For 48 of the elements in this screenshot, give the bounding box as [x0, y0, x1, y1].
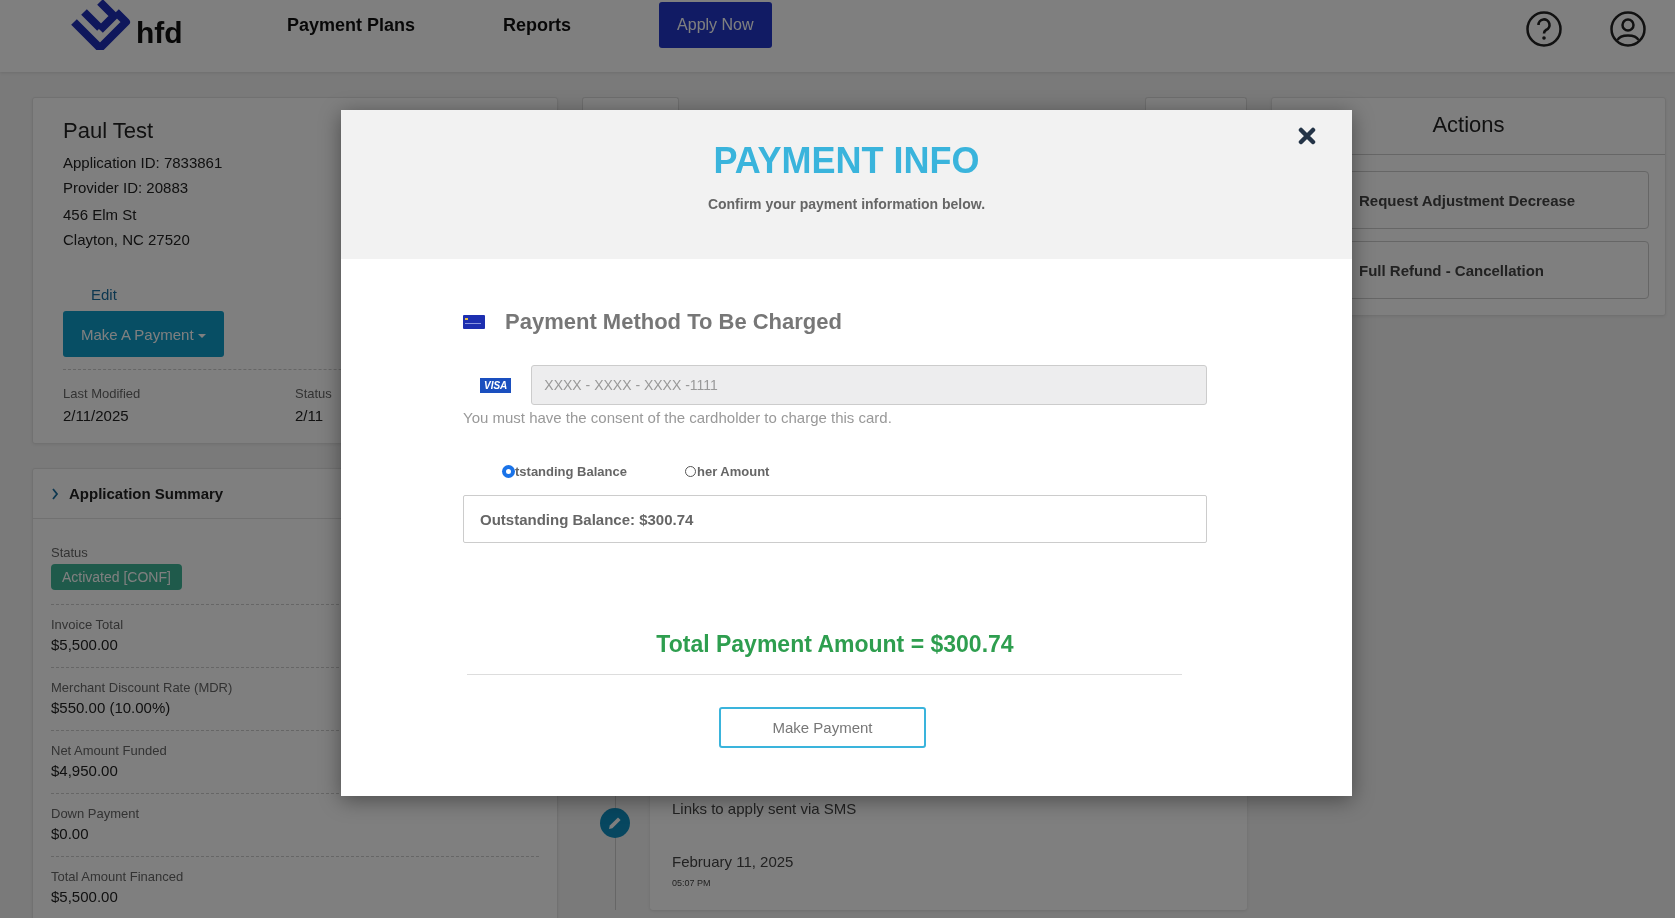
total-amount: Total Payment Amount = $300.74: [655, 631, 1015, 658]
field-value: $5,500.00: [51, 636, 119, 653]
field-label: Last Modified: [63, 386, 142, 401]
dialog-title: PAYMENT INFO: [712, 140, 981, 182]
section-title[interactable]: Application Summary: [69, 485, 224, 502]
address-text: 456 Elm St: [63, 205, 138, 225]
id-text: Application ID: 7833861: [63, 153, 224, 173]
card-brand-badge: VISA: [480, 377, 512, 393]
credit-card-icon: [463, 315, 485, 329]
field-label: Net Amount Funded: [51, 743, 168, 758]
field-label: Status: [51, 545, 89, 560]
dialog-subtitle: Confirm your payment information below.: [706, 196, 987, 212]
amount-option[interactable]: tstanding Balance: [503, 464, 627, 479]
section-heading: Payment Method To Be Charged: [505, 309, 842, 335]
radio-button[interactable]: [503, 466, 514, 477]
field-value: $4,950.00: [51, 762, 119, 779]
status-badge: Activated [CONF]: [51, 564, 182, 590]
pencil-icon: [600, 808, 630, 838]
edit-link[interactable]: Edit: [91, 286, 117, 303]
customer-name: Paul Test: [63, 118, 155, 144]
nav-link[interactable]: Reports: [503, 14, 572, 36]
user-icon[interactable]: [1609, 10, 1647, 48]
id-text: Provider ID: 20883: [63, 178, 190, 198]
consent-note: You must have the consent of the cardholder to charge this card.: [463, 409, 893, 426]
close-icon[interactable]: [1298, 127, 1316, 145]
field-value: 2/11/2025: [63, 407, 129, 424]
timeline-time: 05:07 PM: [672, 878, 712, 888]
make-payment-button[interactable]: Make Payment: [719, 707, 926, 748]
nav-link[interactable]: Payment Plans: [287, 14, 416, 36]
field-value: $5,500.00: [51, 888, 119, 905]
field-label: Total Amount Financed: [51, 869, 185, 884]
apply-now-button[interactable]: Apply Now: [659, 2, 772, 48]
field-label: Invoice Total: [51, 617, 125, 632]
field-value: 2/11: [295, 407, 324, 424]
field-label: Status: [295, 386, 333, 401]
field-value: $550.00 (10.00%): [51, 699, 172, 716]
timeline-text: Links to apply sent via SMS: [672, 800, 858, 817]
field-label: Merchant Discount Rate (MDR): [51, 680, 234, 695]
chevron-right-icon[interactable]: [51, 487, 59, 500]
address-text: Clayton, NC 27520: [63, 230, 191, 250]
amount-option[interactable]: her Amount: [684, 464, 770, 479]
logo-icon: [70, 0, 132, 50]
timeline-date: February 11, 2025: [672, 853, 795, 870]
help-icon[interactable]: [1525, 10, 1563, 48]
brand-name[interactable]: hfd: [136, 16, 183, 50]
field-label: Down Payment: [51, 806, 141, 821]
balance-field: Outstanding Balance: $300.74: [463, 495, 1207, 543]
field-value: $0.00: [51, 825, 90, 842]
